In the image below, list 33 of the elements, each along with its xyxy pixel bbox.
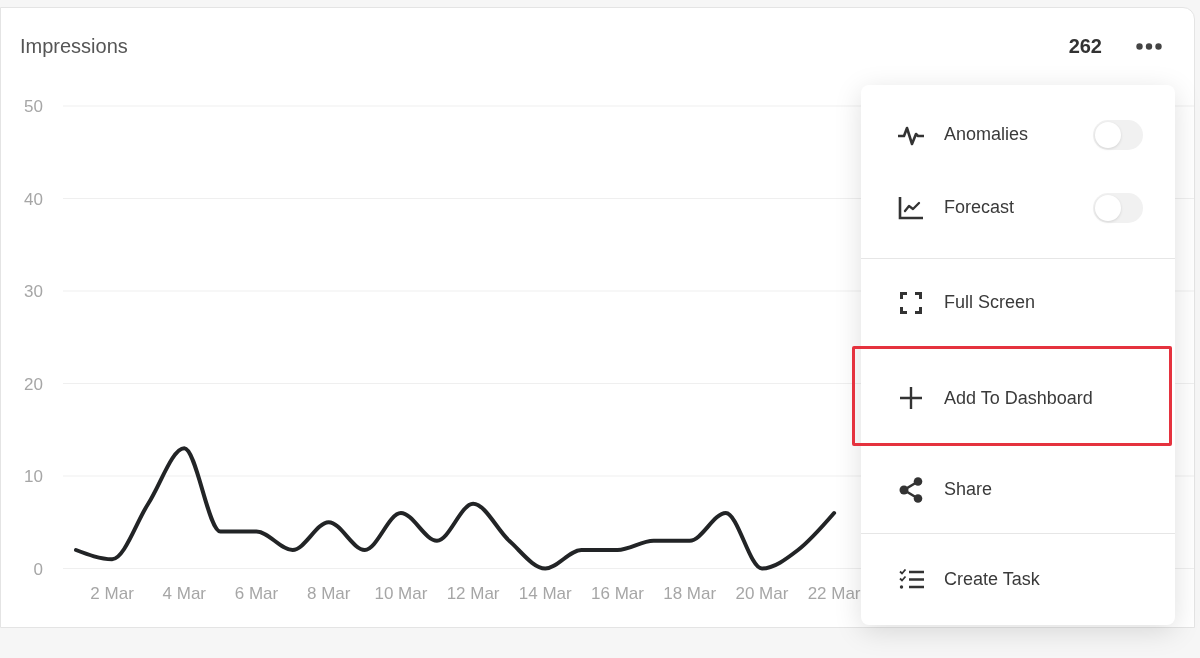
- checklist-icon: [898, 569, 924, 590]
- menu-item[interactable]: Anomalies: [861, 98, 1175, 171]
- x-axis-label: 6 Mar: [234, 584, 279, 603]
- y-axis-label: 20: [24, 374, 43, 394]
- plus-icon: [900, 387, 922, 409]
- x-axis-label: 4 Mar: [162, 584, 207, 603]
- y-axis-label: 50: [24, 97, 43, 116]
- x-axis-label: 20 Mar: [735, 584, 789, 603]
- y-axis-label: 30: [24, 282, 43, 301]
- menu-item[interactable]: Full Screen: [861, 259, 1175, 346]
- more-icon[interactable]: [1136, 42, 1162, 50]
- y-axis-label: 10: [24, 467, 43, 486]
- share-icon: [899, 476, 923, 503]
- menu-item[interactable]: Share: [861, 446, 1175, 533]
- toggle-switch[interactable]: [1093, 192, 1143, 223]
- menu-item[interactable]: Forecast: [861, 171, 1175, 244]
- x-axis-label: 8 Mar: [306, 584, 351, 603]
- line-chart-icon: [898, 195, 924, 220]
- menu-item[interactable]: Add To Dashboard: [861, 346, 1175, 446]
- x-axis-label: 10 Mar: [374, 584, 428, 603]
- x-axis-label: 14 Mar: [518, 584, 572, 603]
- menu-item[interactable]: Create Task: [861, 534, 1175, 625]
- fullscreen-icon: [900, 291, 922, 314]
- x-axis-label: 2 Mar: [90, 584, 134, 603]
- y-axis-label: 0: [33, 559, 43, 579]
- x-axis-label: 18 Mar: [663, 584, 717, 603]
- y-axis-label: 40: [24, 189, 43, 209]
- x-axis-label: 16 Mar: [591, 584, 644, 603]
- card-title: Impressions: [20, 34, 128, 59]
- x-axis-label: 12 Mar: [446, 584, 500, 603]
- x-axis-label: 22 Mar: [807, 584, 861, 603]
- total-count: 262: [1068, 34, 1102, 59]
- toggle-switch[interactable]: [1093, 119, 1143, 150]
